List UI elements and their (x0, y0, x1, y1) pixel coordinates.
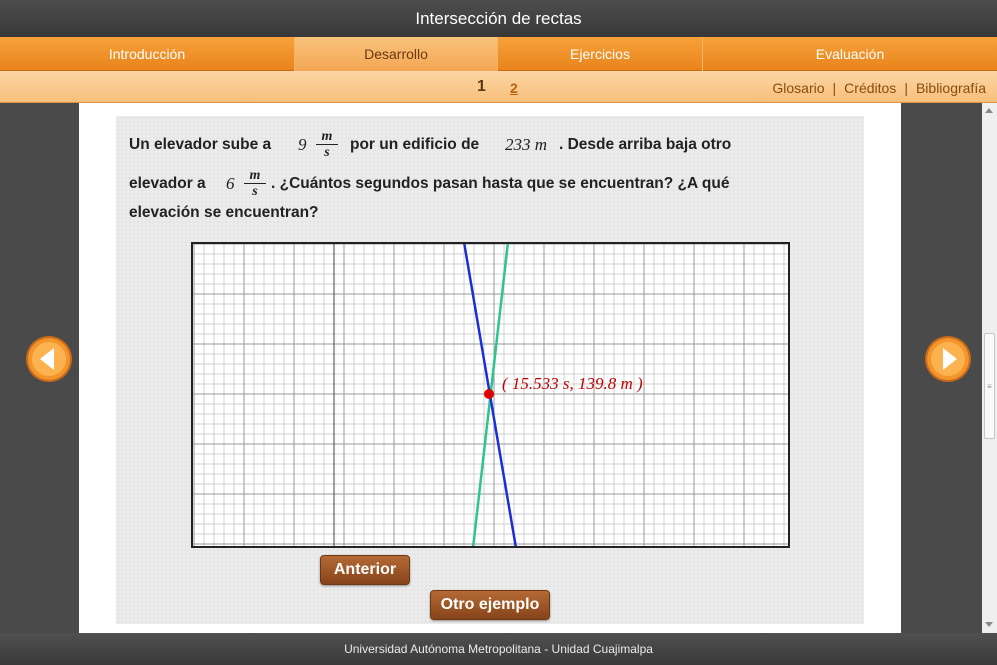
unit-numerator: m (316, 129, 338, 145)
unit-denominator: s (324, 145, 330, 160)
glosario-link[interactable]: Glosario (772, 80, 824, 96)
tab-desarrollo[interactable]: Desarrollo (295, 37, 498, 71)
sub-links: Glosario | Créditos | Bibliografía (772, 80, 986, 96)
tab-ejercicios[interactable]: Ejercicios (498, 37, 703, 71)
height-value: 233 m (505, 135, 547, 155)
intersection-point (484, 389, 494, 399)
problem-text-6: elevación se encuentran? (129, 204, 319, 221)
sub-nav: 1 2 Glosario | Créditos | Bibliografía (0, 71, 997, 103)
previous-page-arrow-icon[interactable] (25, 335, 73, 383)
page-number-current: 1 (477, 78, 486, 95)
height-number: 233 (505, 135, 531, 154)
unit-denominator: s (252, 184, 258, 199)
problem-text-1: Un elevador sube a (129, 136, 272, 153)
unit-fraction: m s (316, 129, 338, 160)
app-title-bar: Intersección de rectas (0, 0, 997, 37)
link-separator: | (832, 80, 837, 96)
footer-text: Universidad Autónoma Metropolitana - Uni… (344, 642, 653, 656)
unit-numerator: m (244, 168, 266, 184)
previous-button[interactable]: Anterior (320, 555, 410, 585)
height-unit: m (534, 135, 548, 154)
link-separator: | (904, 80, 908, 96)
problem-text-3: . Desde arriba baja otro (559, 136, 732, 153)
grip-icon: ≡ (987, 381, 992, 391)
speed-up-value: 9 (298, 135, 307, 154)
tab-evaluacion[interactable]: Evaluación (703, 37, 997, 71)
another-example-button[interactable]: Otro ejemplo (430, 590, 550, 620)
problem-text-2: por un edificio de (350, 136, 480, 153)
scroll-down-icon[interactable] (985, 622, 993, 627)
intersection-graph: ( 15.533 s, 139.8 m ) (191, 242, 790, 548)
intersection-label: ( 15.533 s, 139.8 m ) (502, 374, 643, 393)
page-number-link[interactable]: 2 (510, 80, 518, 96)
scroll-up-icon[interactable] (985, 108, 993, 113)
unit-fraction: m s (244, 168, 266, 199)
footer: Universidad Autónoma Metropolitana - Uni… (0, 633, 997, 665)
creditos-link[interactable]: Créditos (844, 80, 896, 96)
main-nav: Introducción Desarrollo Ejercicios Evalu… (0, 37, 997, 71)
app-title: Intersección de rectas (415, 8, 582, 28)
next-page-arrow-icon[interactable] (924, 335, 972, 383)
speed-down-value: 6 (226, 174, 235, 193)
scroll-thumb[interactable]: ≡ (984, 333, 995, 439)
vertical-scrollbar[interactable]: ≡ (982, 103, 997, 633)
tab-introduccion[interactable]: Introducción (0, 37, 295, 71)
problem-text-5: . ¿Cuántos segundos pasan hasta que se e… (271, 175, 730, 192)
bibliografia-link[interactable]: Bibliografía (916, 80, 986, 96)
problem-text-4: elevador a (129, 175, 206, 192)
